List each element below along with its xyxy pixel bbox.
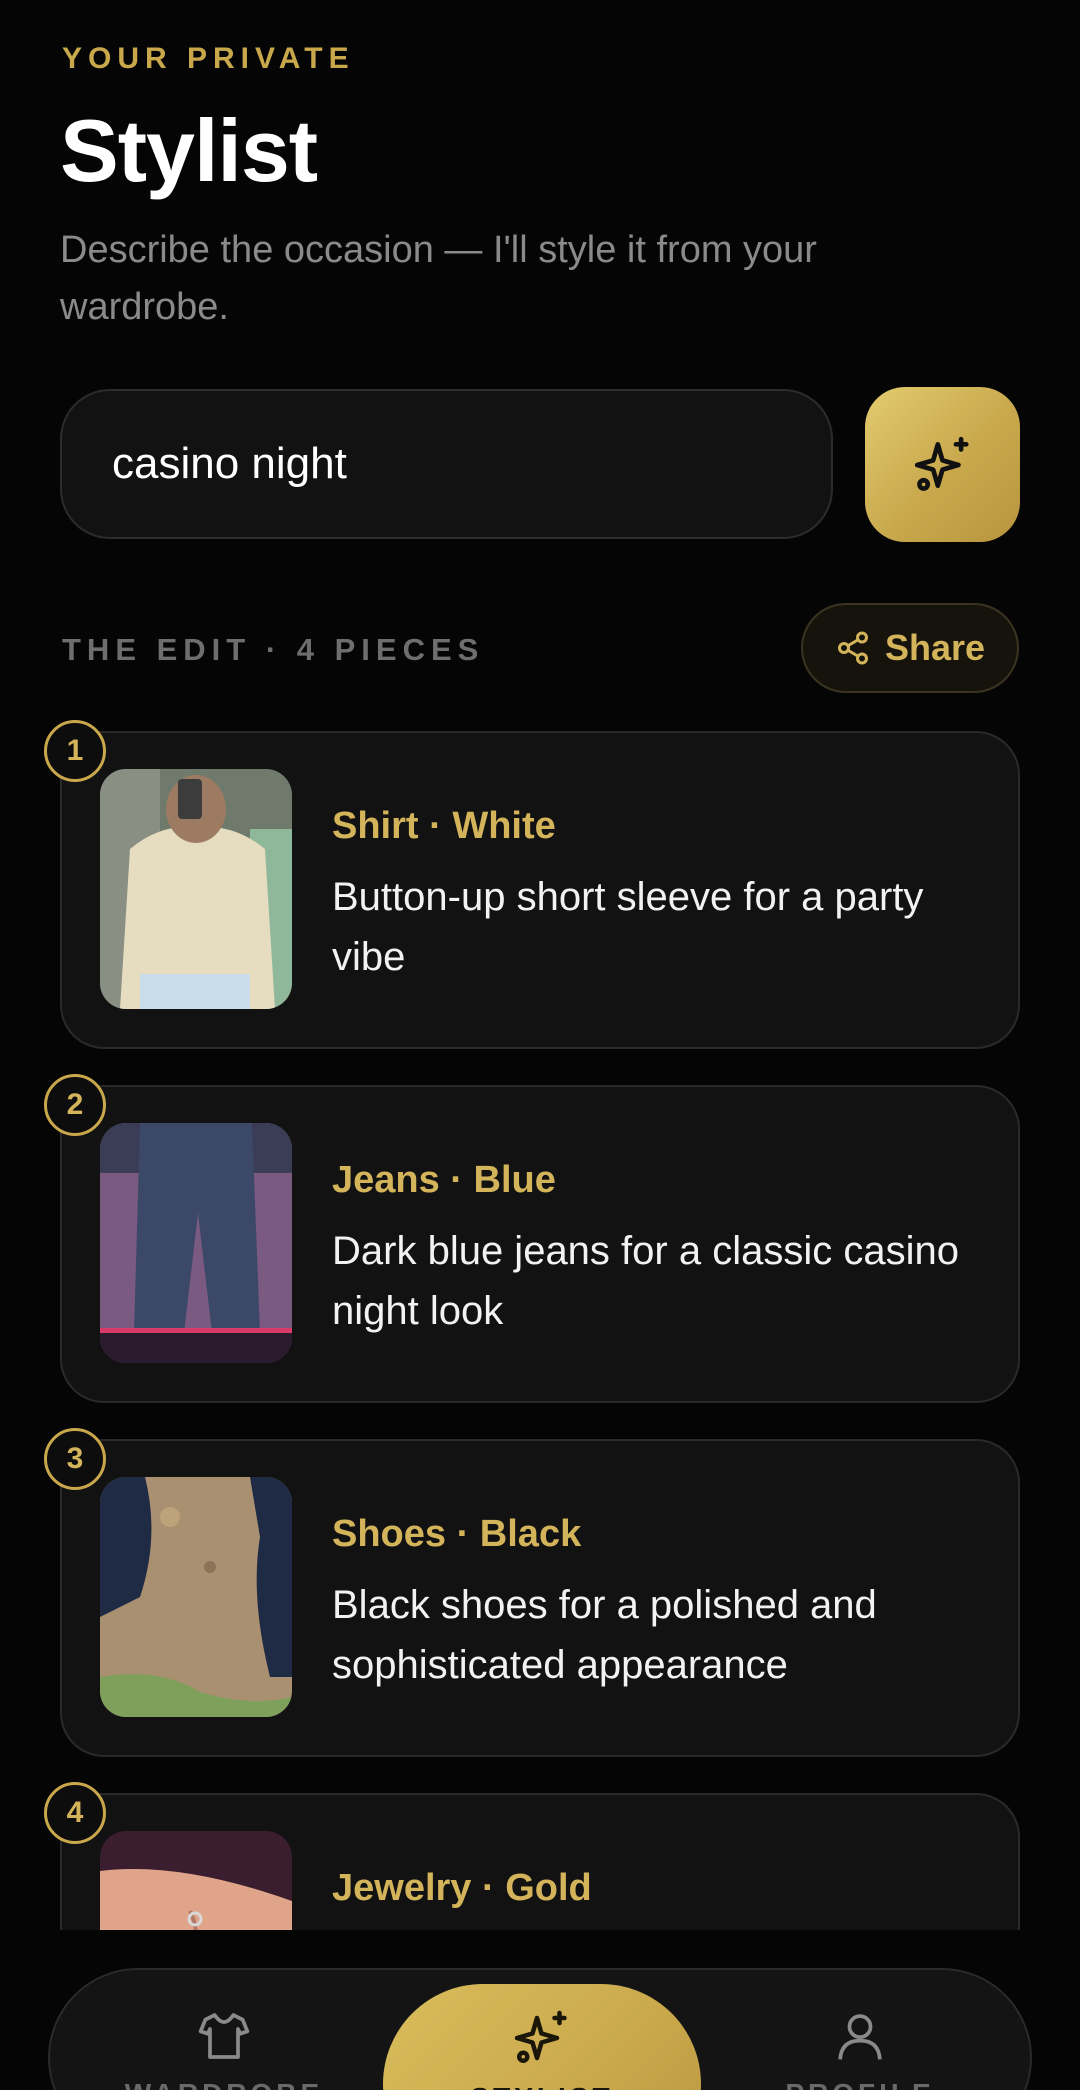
item-title: Shoes · Black [332,1513,582,1555]
nav-tab-profile[interactable]: PROFILE [740,1970,980,2090]
item-description: Black shoes for a polished and sophistic… [332,1583,877,1687]
nav-label-stylist: STYLIST [470,2082,613,2090]
occasion-input-container[interactable] [60,389,833,539]
user-icon [838,2014,882,2060]
style-submit-button[interactable] [865,387,1020,542]
outfit-item-card[interactable]: Jewelry · Gold [60,1793,1020,1930]
outfit-item-card[interactable]: Shoes · Black Black shoes for a polished… [60,1439,1020,1757]
page-subtitle: Describe the occasion — I'll style it fr… [60,229,817,328]
nav-label-profile: PROFILE [785,2078,934,2090]
item-number-badge: 1 [44,720,106,782]
page-title: Stylist [60,101,318,200]
item-photo-jewelry [100,1831,292,1930]
stylist-screen: YOUR PRIVATE Stylist Describe the occasi… [0,0,1080,2090]
item-photo-jeans [100,1123,292,1363]
shirt-icon [198,2013,250,2059]
share-icon [837,631,868,665]
nav-label-wardrobe: WARDROBE [125,2078,323,2090]
item-description: Dark blue jeans for a classic casino nig… [332,1229,959,1333]
nav-tab-stylist[interactable]: STYLIST [383,1984,701,2090]
item-number-badge: 3 [44,1428,106,1490]
item-title: Shirt · White [332,805,556,847]
nav-tab-wardrobe[interactable]: WARDROBE [104,1970,344,2090]
item-number-badge: 2 [44,1074,106,1136]
outfit-list[interactable]: Shirt · White Button-up short sleeve for… [0,720,1080,1930]
item-photo-shirt [100,769,292,1009]
sparkles-icon [514,2010,567,2063]
share-button[interactable]: Share [801,603,1019,693]
eyebrow-label: YOUR PRIVATE [62,42,355,75]
sparkles-icon [914,436,969,491]
item-photo-shoes [100,1477,292,1717]
occasion-input[interactable] [112,439,831,489]
outfit-item-card[interactable]: Shirt · White Button-up short sleeve for… [60,731,1020,1049]
item-title: Jewelry · Gold [332,1867,592,1909]
item-number-badge: 4 [44,1782,106,1844]
item-description: Button-up short sleeve for a party vibe [332,875,924,979]
item-title: Jeans · Blue [332,1159,556,1201]
edit-summary-label: THE EDIT · 4 PIECES [62,632,485,667]
outfit-item-card[interactable]: Jeans · Blue Dark blue jeans for a class… [60,1085,1020,1403]
share-button-label: Share [884,627,986,668]
bottom-nav: WARDROBE STYLIST PROFILE [48,1968,1032,2090]
